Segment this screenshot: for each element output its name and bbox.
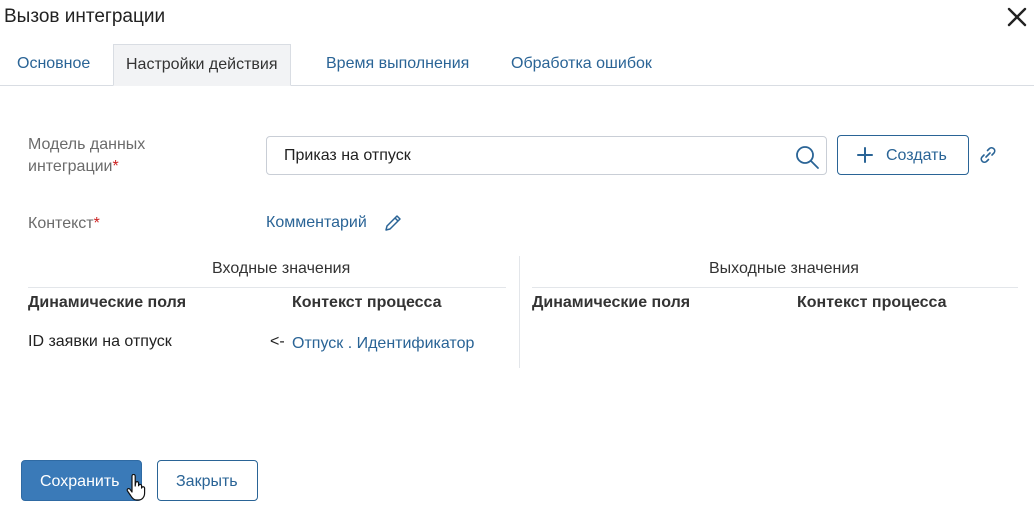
inputs-col-dynamic-fields: Динамические поля (28, 294, 187, 311)
inputs-col-process-context: Контекст процесса (292, 294, 442, 311)
model-label-line2: интеграции (28, 158, 113, 175)
input-row-field: ID заявки на отпуск (28, 333, 172, 350)
tab-bar: Основное Настройки действия Время выполн… (0, 44, 1034, 86)
input-row-arrow: <- (270, 333, 285, 350)
dialog-title: Вызов интеграции (4, 6, 166, 27)
outputs-col-process-context: Контекст процесса (797, 294, 947, 311)
save-button[interactable]: Сохранить (21, 460, 142, 501)
model-label: Модель данных интеграции* (28, 134, 145, 178)
link-icon[interactable] (977, 144, 999, 166)
context-label-text: Контекст (28, 215, 94, 232)
context-label: Контекст* (28, 213, 100, 235)
search-icon[interactable] (794, 144, 820, 170)
model-search-input[interactable]: Приказ на отпуск (266, 136, 827, 175)
save-button-label: Сохранить (40, 473, 120, 490)
tab-execution-time[interactable]: Время выполнения (314, 44, 481, 86)
create-button[interactable]: Создать (837, 135, 969, 175)
close-icon[interactable] (1004, 4, 1030, 30)
required-mark: * (112, 158, 119, 175)
create-button-label: Создать (886, 147, 947, 164)
inputs-section-title: Входные значения (212, 260, 351, 277)
model-value: Приказ на отпуск (284, 147, 411, 164)
close-button-label: Закрыть (176, 473, 238, 490)
tab-error-handling[interactable]: Обработка ошибок (499, 44, 664, 86)
outputs-col-dynamic-fields: Динамические поля (532, 294, 691, 311)
outputs-section-title: Выходные значения (709, 260, 859, 277)
required-mark: * (93, 215, 100, 232)
inputs-divider (28, 287, 506, 288)
hand-cursor-icon (126, 473, 146, 502)
tab-main[interactable]: Основное (5, 44, 102, 86)
input-row-context-link[interactable]: Отпуск . Идентификатор (292, 335, 474, 353)
section-separator (519, 256, 520, 368)
plus-icon (856, 146, 874, 164)
close-button[interactable]: Закрыть (157, 460, 258, 501)
tab-action-settings[interactable]: Настройки действия (113, 44, 291, 86)
model-label-line1: Модель данных (28, 136, 146, 153)
pencil-icon[interactable] (383, 213, 403, 233)
outputs-divider (532, 287, 1018, 288)
context-value-link[interactable]: Комментарий (266, 214, 367, 232)
